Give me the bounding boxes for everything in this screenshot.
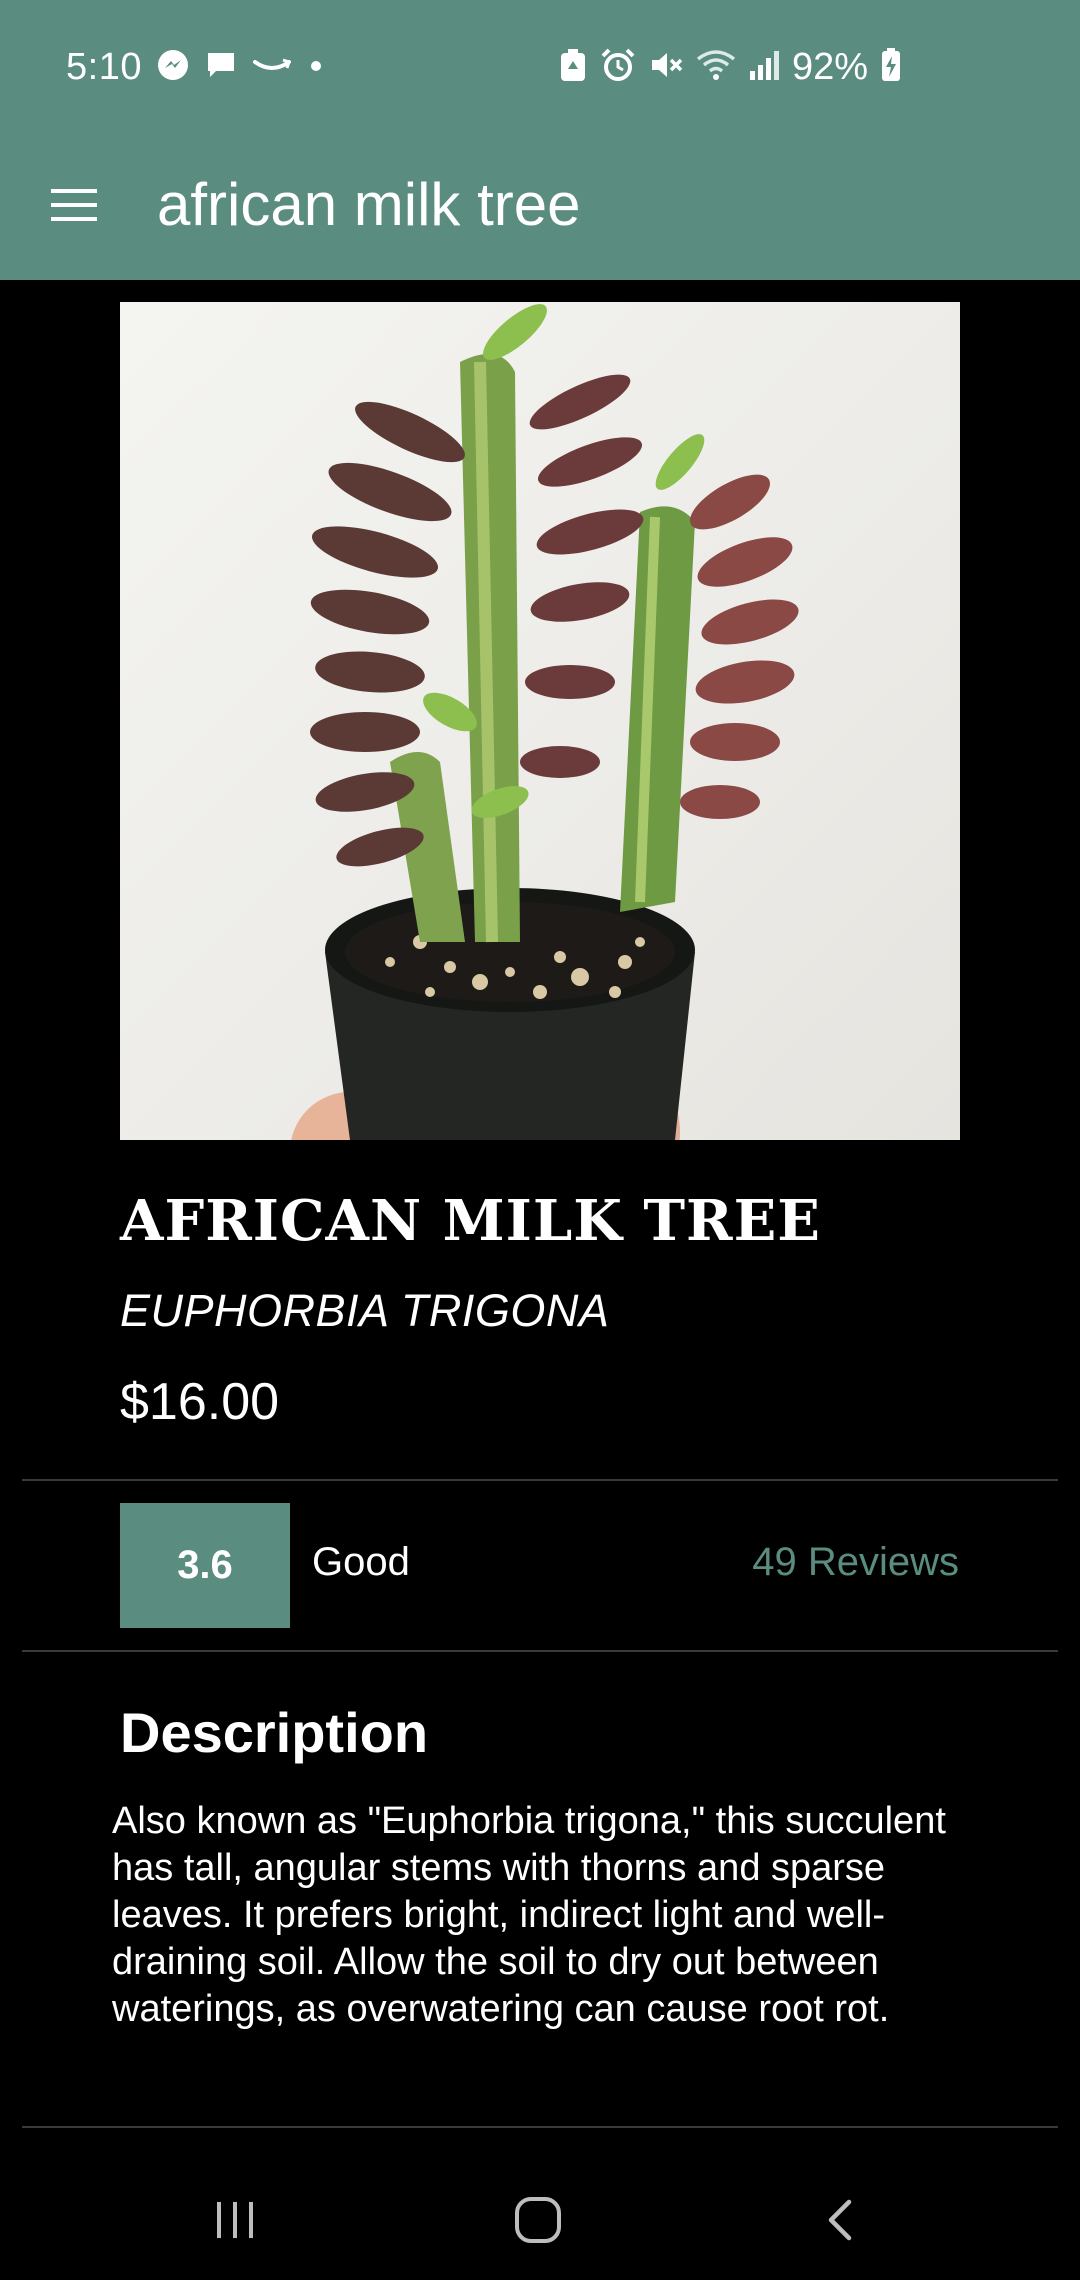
product-scientific-name: EUPHORBIA TRIGONA	[120, 1285, 610, 1336]
status-bar-right: 92%	[546, 42, 902, 92]
description-heading: Description	[120, 1701, 429, 1764]
hamburger-menu-icon[interactable]	[46, 177, 102, 233]
divider	[22, 1479, 1058, 1481]
page-title: african milk tree	[157, 171, 581, 238]
divider	[22, 2126, 1058, 2128]
navigation-bar	[0, 2160, 1080, 2280]
rating-label: Good	[312, 1540, 410, 1584]
app-bar: african milk tree	[0, 135, 1080, 280]
description-body: Also known as "Euphorbia trigona," this …	[112, 1800, 946, 2030]
product-image	[120, 302, 960, 1140]
divider	[22, 1650, 1058, 1652]
product-name: AFRICAN MILK TREE	[120, 1188, 821, 1254]
signal-icon	[748, 47, 782, 88]
reviews-link[interactable]: 49 Reviews	[752, 1540, 959, 1585]
amazon-icon	[252, 48, 292, 87]
chat-icon	[204, 48, 238, 87]
dot-icon	[306, 48, 326, 87]
status-time: 5:10	[66, 45, 142, 88]
battery-charging-icon	[880, 47, 902, 88]
mute-icon	[648, 47, 684, 88]
wifi-icon	[696, 47, 736, 88]
status-bar: 5:10 92%	[0, 0, 1080, 135]
messenger-icon	[156, 48, 190, 87]
home-icon[interactable]	[488, 2180, 588, 2260]
back-icon[interactable]	[791, 2180, 891, 2260]
recycle-icon	[558, 47, 588, 88]
product-price: $16.00	[120, 1373, 280, 1431]
battery-percent: 92%	[791, 45, 868, 88]
status-bar-left: 5:10	[66, 42, 326, 92]
rating-score-badge: 3.6	[120, 1503, 290, 1628]
alarm-icon	[600, 47, 636, 88]
recent-apps-icon[interactable]	[185, 2180, 285, 2260]
